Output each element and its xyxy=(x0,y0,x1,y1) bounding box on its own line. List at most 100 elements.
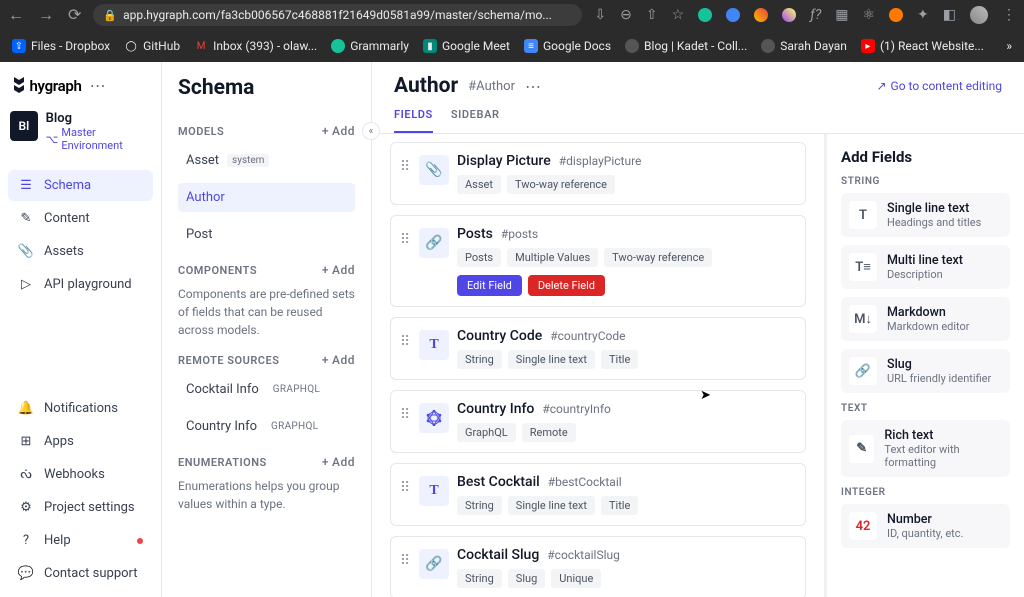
nav-notifications[interactable]: 🔔Notifications xyxy=(8,393,153,424)
drag-handle-icon[interactable]: ⠿ xyxy=(399,547,411,569)
browser-chrome: ← → ⟳ 🔒 app.hygraph.com/fa3cb006567c4688… xyxy=(0,0,1024,62)
model-menu-icon[interactable]: ⋯ xyxy=(525,77,541,96)
ext-3-icon[interactable] xyxy=(754,8,768,22)
enum-heading: ENUMERATIONS xyxy=(178,456,267,469)
field-card[interactable]: ⠿ T Country Code#countryCode StringSingl… xyxy=(390,317,806,380)
ext-4-icon[interactable] xyxy=(782,8,796,22)
add-model-button[interactable]: + Add xyxy=(322,124,355,138)
bookmarks-overflow-icon[interactable]: » xyxy=(1006,39,1012,53)
nav-assets[interactable]: 📎Assets xyxy=(8,236,153,267)
tab-fields[interactable]: FIELDS xyxy=(394,108,433,133)
nav-settings[interactable]: ⚙Project settings xyxy=(8,492,153,523)
field-card[interactable]: ⠿ Country Info#countryInfo GraphQLRemote xyxy=(390,390,806,453)
ext-6-icon[interactable]: ▦ xyxy=(835,7,848,23)
zoom-icon[interactable]: ⊖ xyxy=(620,7,632,23)
number-icon: 42 xyxy=(849,512,877,540)
field-api-id: #bestCocktail xyxy=(548,475,622,489)
logo[interactable]: hygraph xyxy=(12,77,82,95)
bookmark-item[interactable]: ⇪Files - Dropbox xyxy=(12,39,110,53)
main-content: Author #Author ⋯ ↗Go to content editing … xyxy=(372,62,1024,597)
fieldtype-richtext[interactable]: ✎Rich textText editor with formatting xyxy=(841,420,1010,477)
schema-panel: « Schema MODELS+ Add Assetsystem Author … xyxy=(162,62,372,597)
fieldtype-markdown[interactable]: M↓MarkdownMarkdown editor xyxy=(841,297,1010,341)
add-remote-button[interactable]: + Add xyxy=(322,353,355,367)
nav-schema[interactable]: ☰Schema xyxy=(8,170,153,201)
drag-handle-icon[interactable]: ⠿ xyxy=(399,474,411,496)
nav-help[interactable]: ?Help xyxy=(8,525,153,556)
share-icon[interactable]: ⇧ xyxy=(646,7,658,23)
field-pill: Posts xyxy=(457,248,501,267)
ext-2-icon[interactable] xyxy=(726,8,740,22)
field-api-id: #displayPicture xyxy=(559,154,642,168)
field-pill: String xyxy=(457,350,502,369)
collapse-panel-button[interactable]: « xyxy=(362,122,380,140)
field-pill: String xyxy=(457,496,502,515)
forward-icon[interactable]: → xyxy=(38,5,54,25)
fieldtype-number[interactable]: 42NumberID, quantity, etc. xyxy=(841,504,1010,548)
help-icon: ? xyxy=(18,533,34,548)
drag-handle-icon[interactable]: ⠿ xyxy=(399,153,411,175)
go-to-content-link[interactable]: ↗Go to content editing xyxy=(876,79,1002,93)
nav-api[interactable]: ▷API playground xyxy=(8,269,153,300)
ext-grammarly-icon[interactable] xyxy=(698,8,712,22)
chat-icon: 💬 xyxy=(18,566,34,581)
field-api-id: #countryCode xyxy=(550,329,625,343)
nav-apps[interactable]: ⊞Apps xyxy=(8,426,153,457)
profile-avatar[interactable] xyxy=(970,6,988,24)
reload-icon[interactable]: ⟳ xyxy=(68,5,81,25)
slug-icon: 🔗 xyxy=(419,549,449,579)
bookmark-item[interactable]: ▮Google Meet xyxy=(423,39,510,53)
fieldtype-multi-line[interactable]: T≡Multi line textDescription xyxy=(841,245,1010,289)
bookmark-item[interactable]: ▸(1) React Website... xyxy=(861,39,984,53)
remote-cocktail[interactable]: Cocktail InfoGRAPHQL xyxy=(178,375,355,404)
project-selector[interactable]: Bl Blog ⌥Master Environment xyxy=(8,107,153,158)
puzzle-icon[interactable]: ✦ xyxy=(917,7,929,23)
slug-icon: 🔗 xyxy=(849,357,877,385)
fieldtype-slug[interactable]: 🔗SlugURL friendly identifier xyxy=(841,349,1010,393)
nav-webhooks[interactable]: ᔔWebhooks xyxy=(8,459,153,490)
field-card[interactable]: ⠿ T Best Cocktail#bestCocktail StringSin… xyxy=(390,463,806,526)
drag-handle-icon[interactable]: ⠿ xyxy=(399,328,411,350)
models-heading: MODELS xyxy=(178,125,224,138)
bookmark-item[interactable]: Sarah Dayan xyxy=(761,39,847,53)
model-asset[interactable]: Assetsystem xyxy=(178,146,355,175)
project-menu-icon[interactable]: ⋯ xyxy=(90,76,106,95)
tab-sidebar[interactable]: SIDEBAR xyxy=(451,108,500,133)
drag-handle-icon[interactable]: ⠿ xyxy=(399,401,411,423)
field-card[interactable]: ⠿ 🔗 Posts#posts PostsMultiple ValuesTwo-… xyxy=(390,215,806,307)
richtext-icon: ✎ xyxy=(849,435,874,463)
webhook-icon: ᔔ xyxy=(18,467,34,482)
add-enum-button[interactable]: + Add xyxy=(322,455,355,469)
star-icon[interactable]: ☆ xyxy=(672,7,685,23)
model-post[interactable]: Post xyxy=(178,220,355,249)
drag-handle-icon[interactable]: ⠿ xyxy=(399,226,411,248)
field-card[interactable]: ⠿ 🔗 Cocktail Slug#cocktailSlug StringSlu… xyxy=(390,536,806,597)
field-card[interactable]: ⠿ 📎 Display Picture#displayPicture Asset… xyxy=(390,142,806,205)
remote-country[interactable]: Country InfoGRAPHQL xyxy=(178,412,355,441)
text-icon: T xyxy=(419,330,449,360)
fieldtype-single-line[interactable]: TSingle line textHeadings and titles xyxy=(841,193,1010,237)
bookmark-item[interactable]: MInbox (393) - olaw... xyxy=(194,39,317,53)
url-bar[interactable]: 🔒 app.hygraph.com/fa3cb006567c468881f216… xyxy=(93,4,582,26)
play-icon: ▷ xyxy=(18,277,34,292)
ext-5-icon[interactable]: ƒ? xyxy=(810,7,821,23)
ext-react-icon[interactable]: ⚛ xyxy=(862,7,875,23)
nav-support[interactable]: 💬Contact support xyxy=(8,558,153,589)
ext-8-icon[interactable] xyxy=(889,8,903,22)
nav-content[interactable]: ✎Content xyxy=(8,203,153,234)
add-component-button[interactable]: + Add xyxy=(322,263,355,277)
back-icon[interactable]: ← xyxy=(8,5,24,25)
bookmark-item[interactable]: ◯GitHub xyxy=(124,39,180,53)
bookmark-item[interactable]: Blog | Kadet - Coll... xyxy=(625,39,747,53)
field-name: Best Cocktail xyxy=(457,474,540,490)
model-author[interactable]: Author xyxy=(178,183,355,212)
delete-field-button[interactable]: Delete Field xyxy=(528,275,605,296)
bookmark-item[interactable]: ≡Google Docs xyxy=(524,39,611,53)
project-env: ⌥Master Environment xyxy=(46,126,151,152)
panel-icon[interactable]: ◧ xyxy=(943,7,956,23)
bookmark-item[interactable]: Grammarly xyxy=(331,39,409,53)
menu-icon[interactable]: ⋮ xyxy=(1002,7,1016,23)
install-icon[interactable]: ⇩ xyxy=(594,7,606,23)
notification-dot-icon xyxy=(137,538,143,544)
edit-field-button[interactable]: Edit Field xyxy=(457,275,522,296)
